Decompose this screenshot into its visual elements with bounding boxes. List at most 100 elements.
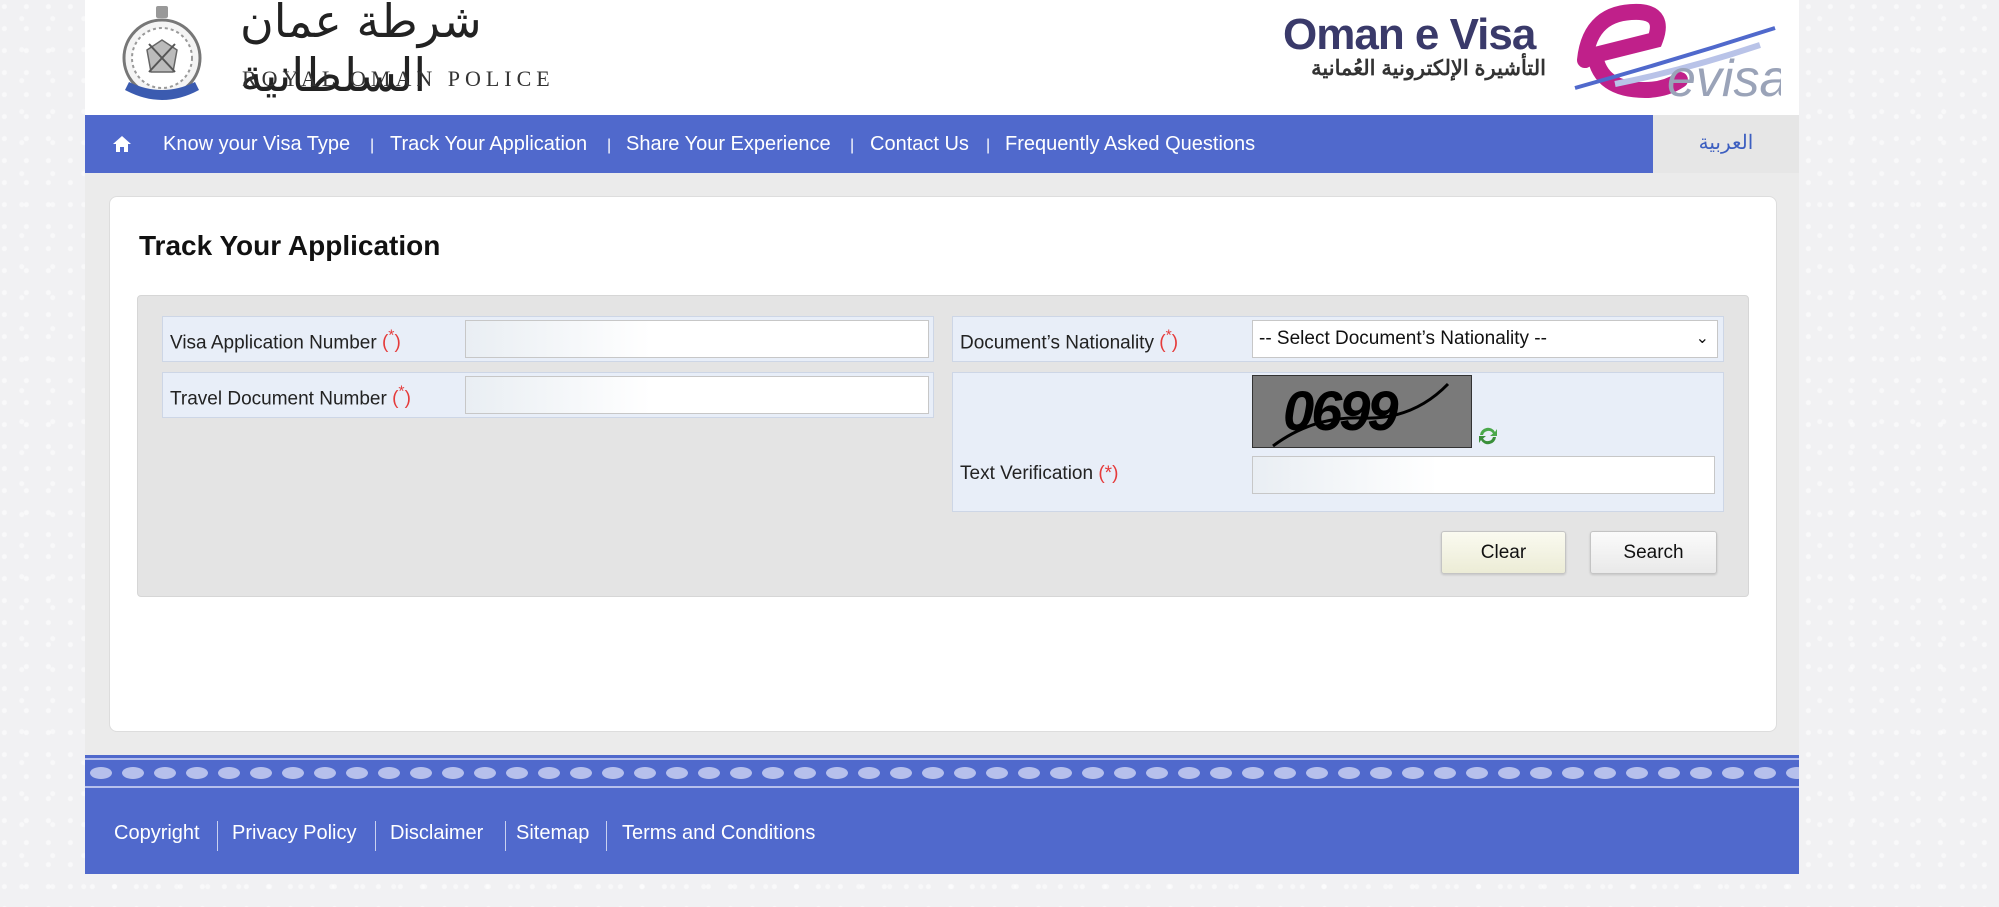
search-button[interactable]: Search — [1590, 531, 1717, 574]
verification-label: Text Verification (*) — [960, 463, 1118, 485]
footer-divider — [606, 821, 607, 851]
pattern-motif — [1626, 767, 1648, 779]
pattern-motif — [346, 767, 368, 779]
pattern-line — [85, 786, 1799, 788]
nationality-label: Document’s Nationality (*) — [960, 328, 1178, 354]
nav-separator: | — [986, 137, 991, 154]
evisa-title: Oman e Visa — [1283, 10, 1536, 59]
page-title: Track Your Application — [139, 230, 441, 261]
pattern-motif — [1530, 767, 1552, 779]
pattern-motif — [1114, 767, 1136, 779]
pattern-motif — [1210, 767, 1232, 779]
pattern-motif — [794, 767, 816, 779]
police-english-name: ROYAL OMAN POLICE — [242, 66, 555, 91]
nationality-select[interactable]: -- Select Document’s Nationality -- ⌄ — [1252, 320, 1718, 358]
required-close: ) — [404, 388, 411, 410]
pattern-motif — [1722, 767, 1744, 779]
pattern-motif — [730, 767, 752, 779]
pattern-motif — [1466, 767, 1488, 779]
pattern-motif — [666, 767, 688, 779]
pattern-motif — [634, 767, 656, 779]
nav-know-visa-type[interactable]: Know your Visa Type — [163, 115, 350, 173]
content-card: Track Your Application Visa Application … — [109, 196, 1777, 732]
pattern-motif — [1274, 767, 1296, 779]
nav-share-experience[interactable]: Share Your Experience — [626, 115, 831, 173]
travel-doc-label: Travel Document Number (*) — [170, 384, 411, 410]
language-switch-button[interactable]: العربية — [1653, 115, 1799, 173]
clear-button[interactable]: Clear — [1441, 531, 1566, 574]
footer-disclaimer-link[interactable]: Disclaimer — [390, 791, 483, 874]
required-marker: (*) — [392, 384, 411, 410]
visa-number-input[interactable] — [465, 320, 929, 358]
pattern-motif — [1690, 767, 1712, 779]
pattern-motif — [1370, 767, 1392, 779]
footer-sitemap-link[interactable]: Sitemap — [516, 791, 589, 874]
visa-number-label: Visa Application Number (*) — [170, 328, 401, 354]
pattern-motif — [410, 767, 432, 779]
pattern-motif — [570, 767, 592, 779]
pattern-motif — [474, 767, 496, 779]
captcha-noise — [1272, 382, 1450, 447]
pattern-motif — [1658, 767, 1680, 779]
pattern-motif — [1402, 767, 1424, 779]
pattern-motif — [762, 767, 784, 779]
nav-track-application[interactable]: Track Your Application — [390, 115, 587, 173]
nav-separator: | — [607, 137, 612, 154]
footer-terms-link[interactable]: Terms and Conditions — [622, 791, 815, 874]
pattern-motif — [1306, 767, 1328, 779]
pattern-motif — [378, 767, 400, 779]
nav-contact-us[interactable]: Contact Us — [870, 115, 969, 173]
pattern-motif — [538, 767, 560, 779]
pattern-motif — [218, 767, 240, 779]
pattern-motif — [442, 767, 464, 779]
pattern-motif — [282, 767, 304, 779]
track-form: Visa Application Number (*) Travel Docum… — [137, 295, 1749, 597]
pattern-motif — [1146, 767, 1168, 779]
pattern-motif — [954, 767, 976, 779]
footer-divider — [217, 821, 218, 851]
footer: Copyright Privacy Policy Disclaimer Site… — [85, 791, 1799, 874]
pattern-line — [85, 758, 1799, 760]
nationality-selected-value: -- Select Document’s Nationality -- — [1259, 328, 1547, 349]
pattern-motif — [1434, 767, 1456, 779]
pattern-motif — [1082, 767, 1104, 779]
nav-faq[interactable]: Frequently Asked Questions — [1005, 115, 1255, 173]
evisa-arabic-title: التأشيرة الإلكترونية العُمانية — [1311, 57, 1546, 80]
required-close: ) — [394, 332, 401, 354]
pattern-motif — [1754, 767, 1776, 779]
evisa-logo: evisa — [1574, 3, 1781, 106]
required-marker: (*) — [1159, 328, 1179, 354]
footer-divider — [375, 821, 376, 851]
footer-privacy-link[interactable]: Privacy Policy — [232, 791, 356, 874]
pattern-motif — [1498, 767, 1520, 779]
page-frame: شرطة عمان السلطانية ROYAL OMAN POLICE Om… — [85, 0, 1799, 874]
visa-number-label-text: Visa Application Number — [170, 332, 377, 354]
pattern-motif — [1338, 767, 1360, 779]
captcha-image: 0699 — [1252, 375, 1472, 448]
verification-row: 0699 Text Verification (*) — [952, 372, 1724, 512]
required-close: ) — [1171, 332, 1179, 354]
pattern-motif — [122, 767, 144, 779]
nationality-row: Document’s Nationality (*) -- Select Doc… — [952, 316, 1724, 362]
footer-copyright-link[interactable]: Copyright — [114, 791, 200, 874]
pattern-motif — [1594, 767, 1616, 779]
travel-doc-input[interactable] — [465, 376, 929, 414]
visa-number-row: Visa Application Number (*) — [162, 316, 934, 362]
pattern-motif — [154, 767, 176, 779]
pattern-motif — [506, 767, 528, 779]
pattern-motif — [986, 767, 1008, 779]
pattern-motif — [890, 767, 912, 779]
pattern-motif — [90, 767, 112, 779]
royal-oman-police-emblem — [122, 6, 202, 100]
footer-pattern-band — [85, 755, 1799, 791]
pattern-motif — [1178, 767, 1200, 779]
pattern-motif — [186, 767, 208, 779]
nav-separator: | — [850, 137, 855, 154]
nationality-label-text: Document’s Nationality — [960, 332, 1154, 354]
refresh-icon[interactable] — [1476, 425, 1500, 447]
pattern-motif — [858, 767, 880, 779]
header: شرطة عمان السلطانية ROYAL OMAN POLICE Om… — [85, 0, 1799, 115]
home-icon[interactable] — [111, 134, 133, 154]
pattern-motif — [1242, 767, 1264, 779]
verification-input[interactable] — [1252, 456, 1715, 494]
